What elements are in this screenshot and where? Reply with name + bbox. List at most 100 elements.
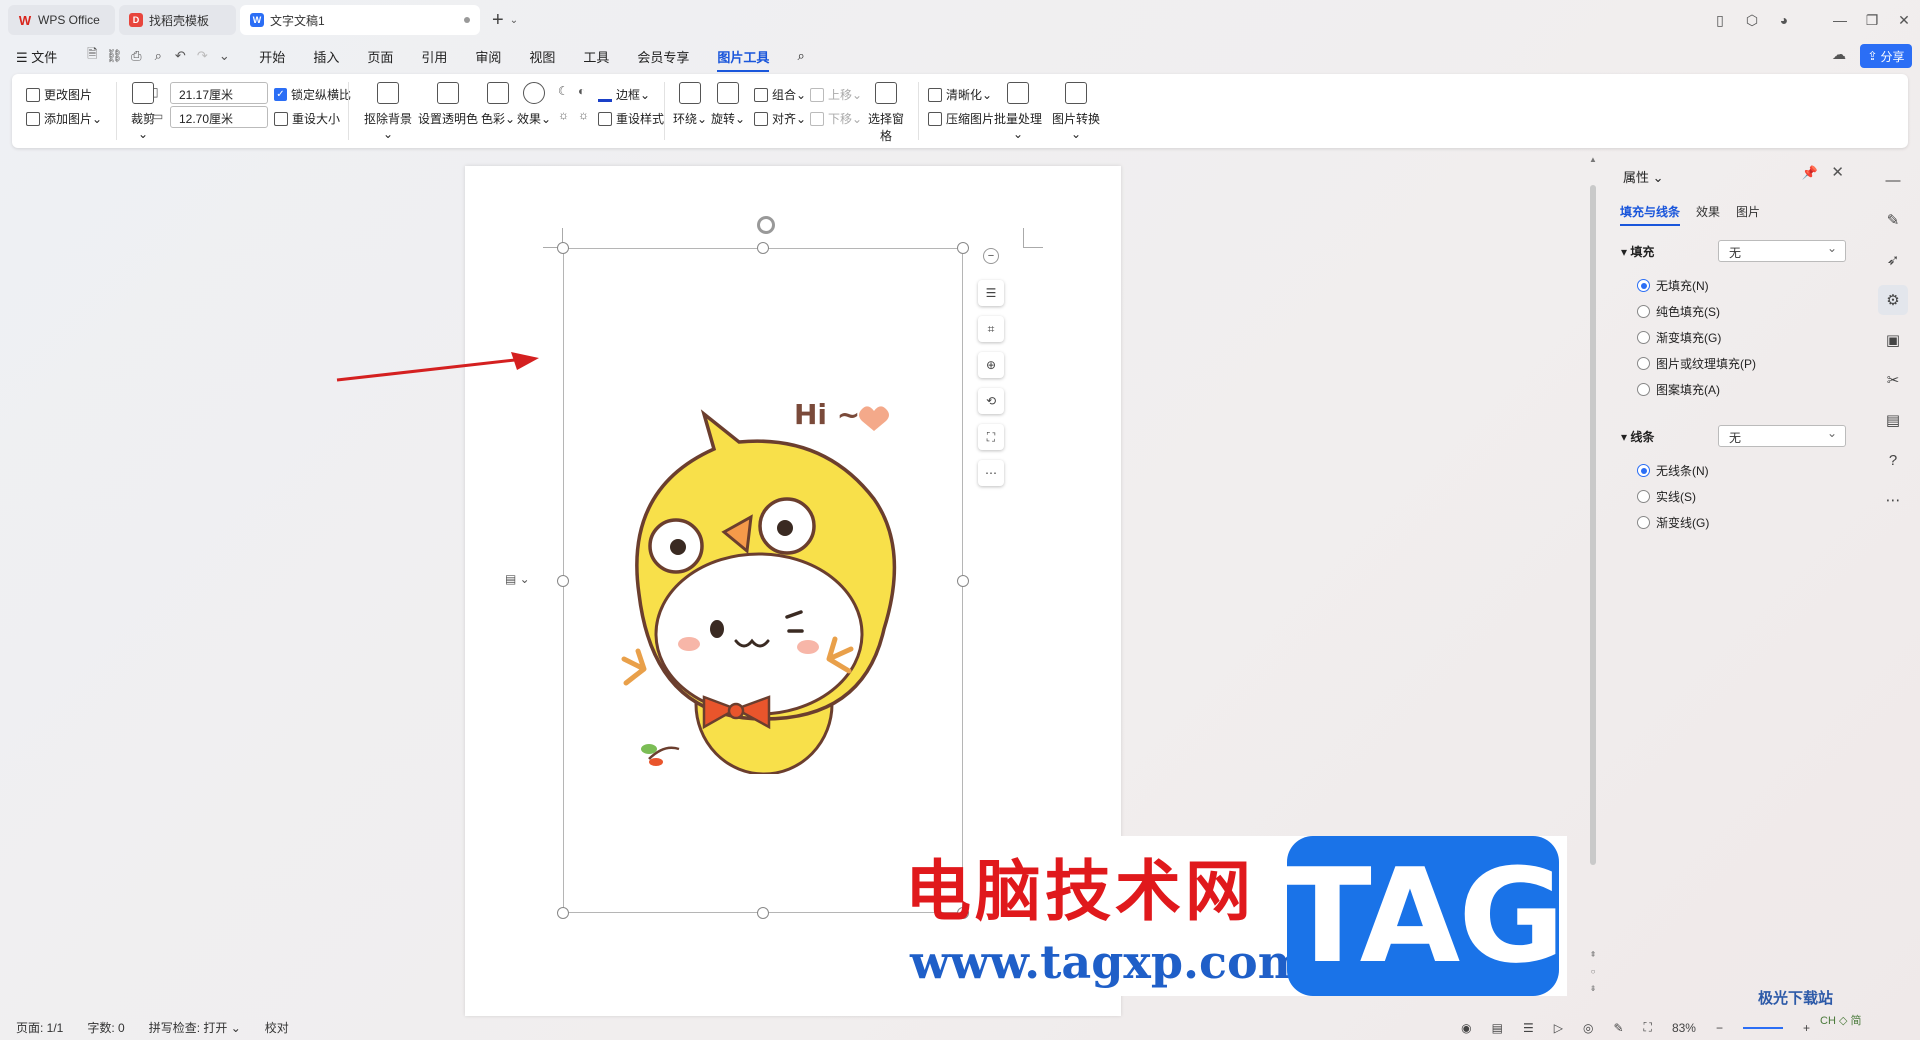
sharpen-button[interactable]: 清晰化 ⌄	[928, 86, 992, 103]
tab-effects[interactable]: 效果	[1696, 203, 1720, 226]
link-icon[interactable]: ⛓	[103, 48, 125, 64]
image-frame[interactable]: Hi ~	[557, 242, 969, 919]
width-input[interactable]: 21.17厘米	[170, 82, 268, 104]
resize-handle[interactable]	[757, 242, 769, 254]
fill-select[interactable]: 无	[1718, 240, 1846, 262]
brightness-up-icon[interactable]: ☾	[558, 84, 569, 98]
select-cursor-icon[interactable]: ➶	[1878, 245, 1908, 275]
compress-button[interactable]: 压缩图片	[928, 110, 994, 127]
resize-handle[interactable]	[957, 575, 969, 587]
pin-icon[interactable]: 📌	[1802, 165, 1818, 181]
zoom-out-icon[interactable]: −	[1716, 1021, 1723, 1035]
menu-picture-tools[interactable]: 图片工具	[717, 47, 770, 72]
scroll-up-icon[interactable]: ▲	[1588, 155, 1598, 164]
outline-view-icon[interactable]: ☰	[1523, 1021, 1534, 1035]
pen-mode-icon[interactable]: ✎	[1613, 1021, 1623, 1035]
menu-member[interactable]: 会员专享	[637, 47, 689, 66]
move-down-button[interactable]: 下移 ⌄	[810, 110, 862, 127]
effects-button[interactable]: 效果⌄	[516, 82, 552, 127]
cartoon-chick-image[interactable]: Hi ~	[564, 249, 964, 914]
image-edit-icon[interactable]: ▣	[1878, 325, 1908, 355]
line-option-none[interactable]: 无线条(N)	[1637, 462, 1709, 479]
layout-icon[interactable]: ▯	[1704, 12, 1736, 29]
preview-icon[interactable]: ⌕	[147, 48, 169, 64]
lock-ratio-checkbox[interactable]: ✓ 锁定纵横比	[274, 86, 351, 103]
next-page-icon[interactable]: ⇟	[1588, 984, 1598, 993]
convert-button[interactable]: 图片转换⌄	[1050, 82, 1102, 141]
collapse-icon[interactable]: −	[983, 248, 999, 264]
chevron-down-icon[interactable]: ⌄	[510, 15, 518, 26]
zoom-level[interactable]: 83%	[1672, 1021, 1696, 1035]
fill-option-gradient[interactable]: 渐变填充(G)	[1637, 329, 1721, 346]
minimize-icon[interactable]: —	[1824, 12, 1856, 28]
line-option-solid[interactable]: 实线(S)	[1637, 488, 1696, 505]
page-count[interactable]: 页面: 1/1	[16, 1019, 63, 1036]
save-icon[interactable]: 🗎	[81, 45, 103, 67]
fill-option-pattern[interactable]: 图案填充(A)	[1637, 381, 1720, 398]
zoom-in-icon[interactable]: ⊕	[978, 352, 1004, 378]
redo-icon[interactable]: ↷	[191, 48, 213, 64]
close-icon[interactable]: ✕	[1831, 163, 1844, 181]
page-view-icon[interactable]: ▤	[1492, 1021, 1503, 1035]
more-icon[interactable]: ⋯	[978, 460, 1004, 486]
group-button[interactable]: 组合 ⌄	[754, 86, 806, 103]
fill-section-header[interactable]: ▾ 填充	[1621, 243, 1654, 260]
undo-icon[interactable]: ↶	[169, 48, 191, 64]
web-view-icon[interactable]: ◎	[1583, 1021, 1593, 1035]
zoom-slider[interactable]	[1742, 1026, 1783, 1029]
tab-document[interactable]: W 文字文稿1	[240, 5, 480, 35]
fit-icon[interactable]: ⛶	[1644, 1020, 1652, 1035]
resize-handle[interactable]	[557, 575, 569, 587]
contrast-up-icon[interactable]: ◐	[578, 84, 585, 98]
tools-icon[interactable]: ✂	[1878, 365, 1908, 395]
collapse-panel-icon[interactable]: —	[1878, 165, 1908, 195]
search-icon[interactable]: ⌕	[797, 48, 804, 64]
help-icon[interactable]: ?	[1878, 445, 1908, 475]
contrast-down-icon[interactable]: ☼	[578, 108, 589, 122]
resize-handle[interactable]	[557, 242, 569, 254]
menu-file[interactable]: ☰ 文件	[16, 47, 57, 66]
resize-handle[interactable]	[557, 907, 569, 919]
layout-options-icon[interactable]: ▤ ⌄	[505, 572, 530, 586]
new-tab-icon[interactable]: +	[492, 9, 504, 32]
unsaved-dot-icon[interactable]	[464, 17, 470, 23]
proofread[interactable]: 校对	[265, 1019, 289, 1036]
resize-handle[interactable]	[957, 242, 969, 254]
remove-bg-button[interactable]: 抠除背景⌄	[360, 82, 416, 141]
scroll-thumb[interactable]	[1590, 185, 1596, 865]
rotate-icon[interactable]: ⟲	[978, 388, 1004, 414]
word-count[interactable]: 字数: 0	[87, 1019, 124, 1036]
height-input[interactable]: 12.70厘米	[170, 106, 268, 128]
rotate-button[interactable]: 旋转⌄	[710, 82, 746, 127]
reset-style-button[interactable]: 重设样式	[598, 110, 664, 127]
spell-check[interactable]: 拼写检查: 打开 ⌄	[149, 1019, 241, 1036]
align-button[interactable]: 对齐 ⌄	[754, 110, 806, 127]
border-button[interactable]: 边框 ⌄	[598, 86, 650, 103]
pen-icon[interactable]: ✎	[1878, 205, 1908, 235]
menu-tools[interactable]: 工具	[583, 47, 609, 66]
restore-icon[interactable]: ❐	[1856, 12, 1888, 29]
select-browse-icon[interactable]: ○	[1588, 967, 1598, 976]
more-icon[interactable]: ⋯	[1878, 485, 1908, 515]
properties-icon[interactable]: ⚙	[1878, 285, 1908, 315]
wrap-button[interactable]: 环绕⌄	[672, 82, 708, 127]
menu-review[interactable]: 审阅	[475, 47, 501, 66]
selection-pane-button[interactable]: 选择窗格	[864, 82, 908, 144]
more-chevron-icon[interactable]: ⌄	[213, 48, 235, 64]
avatar[interactable]: ◕	[1768, 12, 1800, 28]
rotate-handle-icon[interactable]	[757, 216, 775, 234]
line-option-gradient[interactable]: 渐变线(G)	[1637, 514, 1709, 531]
tab-fill-line[interactable]: 填充与线条	[1620, 203, 1681, 226]
menu-reference[interactable]: 引用	[421, 47, 447, 66]
print-icon[interactable]: ⎙	[125, 48, 147, 64]
book-icon[interactable]: ▤	[1878, 405, 1908, 435]
menu-view[interactable]: 视图	[529, 47, 555, 66]
extract-text-icon[interactable]: ⛶	[978, 424, 1004, 450]
crop-icon[interactable]: ⌗	[978, 316, 1004, 342]
close-icon[interactable]: ✕	[1888, 12, 1920, 29]
cube-icon[interactable]: ⬡	[1736, 12, 1768, 29]
change-image-button[interactable]: 更改图片	[26, 86, 92, 103]
color-button[interactable]: 色彩⌄	[480, 82, 516, 127]
fill-option-solid[interactable]: 纯色填充(S)	[1637, 303, 1720, 320]
menu-insert[interactable]: 插入	[313, 47, 339, 66]
